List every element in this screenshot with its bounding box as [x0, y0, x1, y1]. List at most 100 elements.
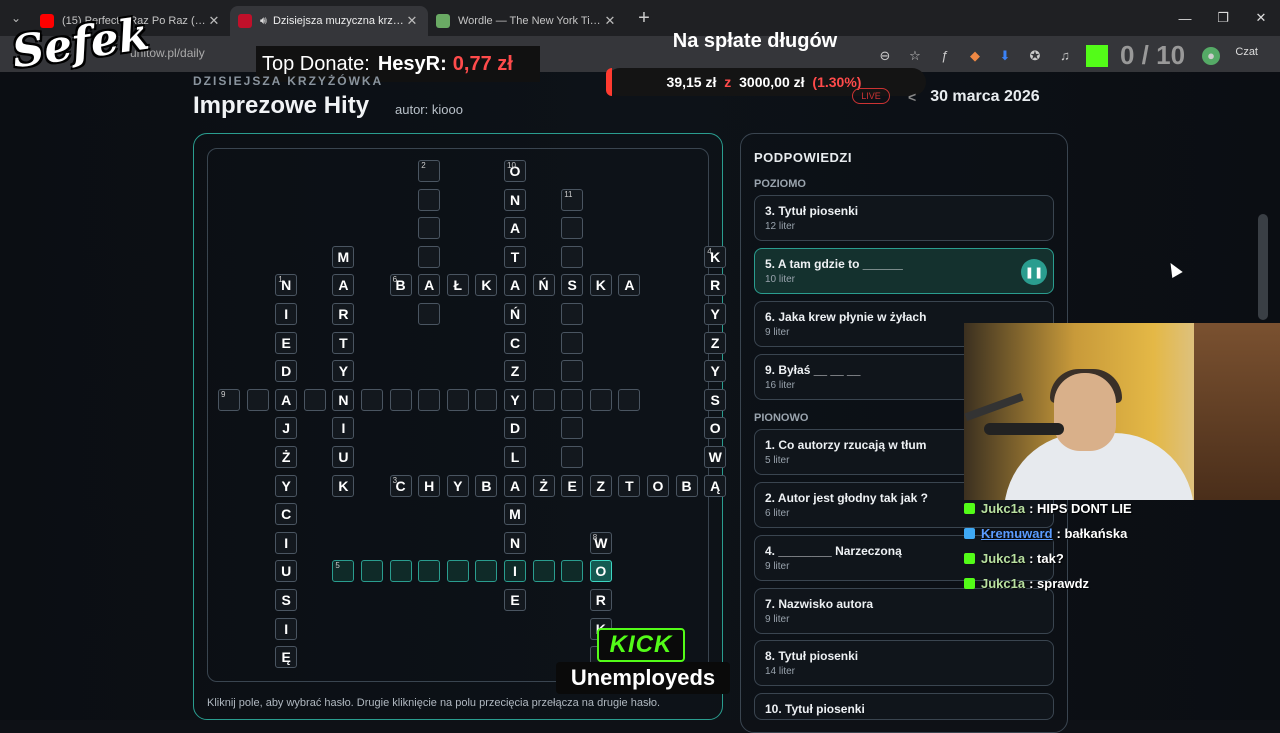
grid-cell[interactable]: U	[275, 560, 298, 583]
grid-cell[interactable]: Z	[504, 360, 526, 383]
grid-cell[interactable]: S	[275, 589, 298, 611]
clue-down-8[interactable]: 8. Tytuł piosenki 14 liter	[754, 640, 1054, 686]
grid-cell[interactable]: Ń	[532, 274, 555, 297]
grid-cell[interactable]: N	[504, 188, 526, 211]
grid-cell[interactable]: Z	[704, 331, 727, 354]
new-tab-plus-icon[interactable]: +	[630, 4, 658, 32]
grid-cell[interactable]: I	[504, 560, 526, 583]
color-wheel-icon[interactable]: ◆	[966, 47, 984, 65]
grid-cell[interactable]	[561, 560, 584, 583]
grid-cell[interactable]	[418, 245, 441, 268]
grid-cell[interactable]	[303, 388, 326, 411]
grid-cell[interactable]: R	[704, 274, 727, 297]
grid-cell[interactable]: T	[332, 331, 355, 354]
grid-cell[interactable]: O	[647, 474, 669, 497]
grid-cell[interactable]: S	[561, 274, 584, 297]
page-scrollbar[interactable]	[1258, 214, 1268, 320]
pause-icon[interactable]: ❚❚	[1021, 259, 1047, 285]
grid-cell[interactable]: I	[275, 617, 298, 640]
grid-cell[interactable]: N	[504, 531, 526, 554]
grid-cell[interactable]: D	[275, 360, 298, 383]
grid-cell[interactable]: K	[332, 474, 355, 497]
music-icon[interactable]: ♫	[1056, 47, 1074, 65]
grid-cell[interactable]	[532, 388, 555, 411]
close-tab-icon[interactable]: ✕	[602, 13, 618, 29]
grid-cell[interactable]: T	[504, 245, 526, 268]
grid-cell[interactable]: Ż	[532, 474, 555, 497]
grid-cell[interactable]	[418, 188, 441, 211]
grid-cell[interactable]: Y	[332, 360, 355, 383]
grid-cell[interactable]: R	[589, 589, 612, 611]
grid-cell[interactable]: U	[332, 446, 355, 468]
grid-cell[interactable]	[446, 560, 469, 583]
grid-cell[interactable]: A	[275, 388, 298, 411]
grid-cell[interactable]	[589, 388, 612, 411]
grid-cell[interactable]: C	[504, 331, 526, 354]
maximize-icon[interactable]: ❐	[1204, 0, 1242, 36]
grid-cell[interactable]: S	[704, 388, 727, 411]
grid-cell[interactable]: Ę	[275, 646, 298, 669]
grid-cell[interactable]: Ż	[275, 446, 298, 468]
grid-cell[interactable]: I	[332, 417, 355, 440]
minimize-icon[interactable]: —	[1166, 0, 1204, 36]
extensions-puzzle-icon[interactable]: ✪	[1026, 47, 1044, 65]
grid-cell[interactable]: 6B	[389, 274, 412, 297]
grid-cell[interactable]	[618, 388, 641, 411]
czat-button[interactable]: Czat	[1235, 46, 1258, 58]
grid-cell[interactable]	[561, 446, 584, 468]
grid-cell[interactable]: 11	[561, 188, 584, 211]
grid-cell[interactable]: A	[332, 274, 355, 297]
grid-cell[interactable]: 4K	[704, 245, 727, 268]
grid-cell[interactable]: J	[275, 417, 298, 440]
grid-cell[interactable]: E	[561, 474, 584, 497]
grid-cell[interactable]: N	[332, 388, 355, 411]
grid-cell[interactable]: D	[504, 417, 526, 440]
grid-cell[interactable]: A	[418, 274, 441, 297]
grid-cell[interactable]: T	[618, 474, 641, 497]
grid-cell[interactable]: O	[589, 560, 612, 583]
grid-cell[interactable]	[389, 560, 412, 583]
grid-cell[interactable]: A	[504, 474, 526, 497]
grid-cell[interactable]: Y	[504, 388, 526, 411]
close-tab-icon[interactable]: ✕	[206, 13, 222, 29]
grid-cell[interactable]: K	[475, 274, 498, 297]
grid-cell[interactable]: R	[332, 303, 355, 325]
grid-cell[interactable]	[418, 303, 441, 325]
grid-cell[interactable]: Z	[589, 474, 612, 497]
close-window-icon[interactable]: ✕	[1242, 0, 1280, 36]
grid-cell[interactable]: E	[504, 589, 526, 611]
grid-cell[interactable]: Ą	[704, 474, 727, 497]
grid-cell[interactable]	[389, 388, 412, 411]
grid-cell[interactable]	[475, 560, 498, 583]
grid-cell[interactable]: A	[504, 274, 526, 297]
grid-cell[interactable]: 3C	[389, 474, 412, 497]
bookmark-star-icon[interactable]: ☆	[906, 47, 924, 65]
function-icon[interactable]: ƒ	[936, 47, 954, 65]
grid-cell[interactable]: 8W	[589, 531, 612, 554]
grid-cell[interactable]	[475, 388, 498, 411]
grid-cell[interactable]: 2	[418, 160, 441, 182]
profile-avatar-icon[interactable]: ●	[1202, 46, 1220, 65]
grid-cell[interactable]: W	[704, 446, 727, 468]
grid-cell[interactable]: M	[504, 503, 526, 526]
kick-green-icon[interactable]	[1086, 44, 1108, 67]
grid-cell[interactable]: C	[275, 503, 298, 526]
grid-cell[interactable]	[361, 388, 383, 411]
grid-cell[interactable]	[532, 560, 555, 583]
clue-across-3[interactable]: 3. Tytuł piosenki 12 liter	[754, 195, 1054, 241]
grid-cell[interactable]: L	[504, 446, 526, 468]
grid-cell[interactable]: 9	[218, 388, 240, 411]
grid-cell[interactable]: I	[275, 303, 298, 325]
grid-cell[interactable]: I	[275, 531, 298, 554]
grid-cell[interactable]	[561, 245, 584, 268]
grid-cell[interactable]	[561, 388, 584, 411]
grid-cell[interactable]: 1N	[275, 274, 298, 297]
grid-cell[interactable]: A	[504, 217, 526, 240]
grid-cell[interactable]	[418, 388, 441, 411]
grid-cell[interactable]: A	[618, 274, 641, 297]
grid-cell[interactable]	[418, 217, 441, 240]
grid-cell[interactable]	[446, 388, 469, 411]
grid-cell[interactable]: Y	[275, 474, 298, 497]
tab-crossword[interactable]: 🔊︎ Dzisiejsza muzyczna krzyżówk ✕	[230, 6, 428, 36]
speaker-icon[interactable]: 🔊︎	[260, 15, 267, 28]
